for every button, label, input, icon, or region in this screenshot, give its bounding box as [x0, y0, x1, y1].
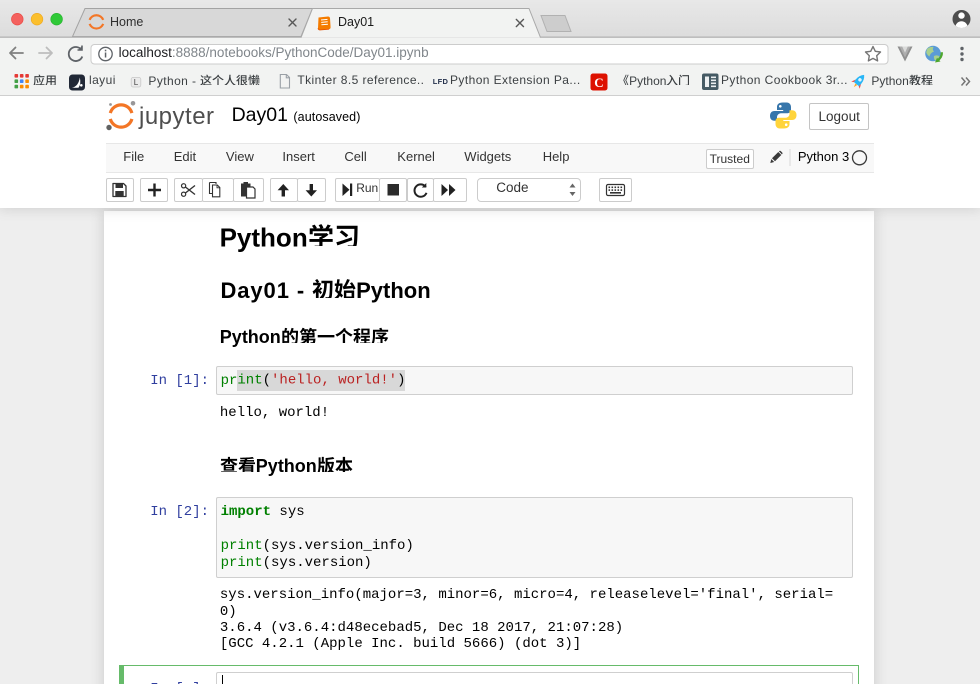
svg-text:LFD: LFD: [433, 77, 449, 86]
svg-text:L: L: [134, 78, 139, 87]
svg-text:C: C: [594, 75, 603, 90]
